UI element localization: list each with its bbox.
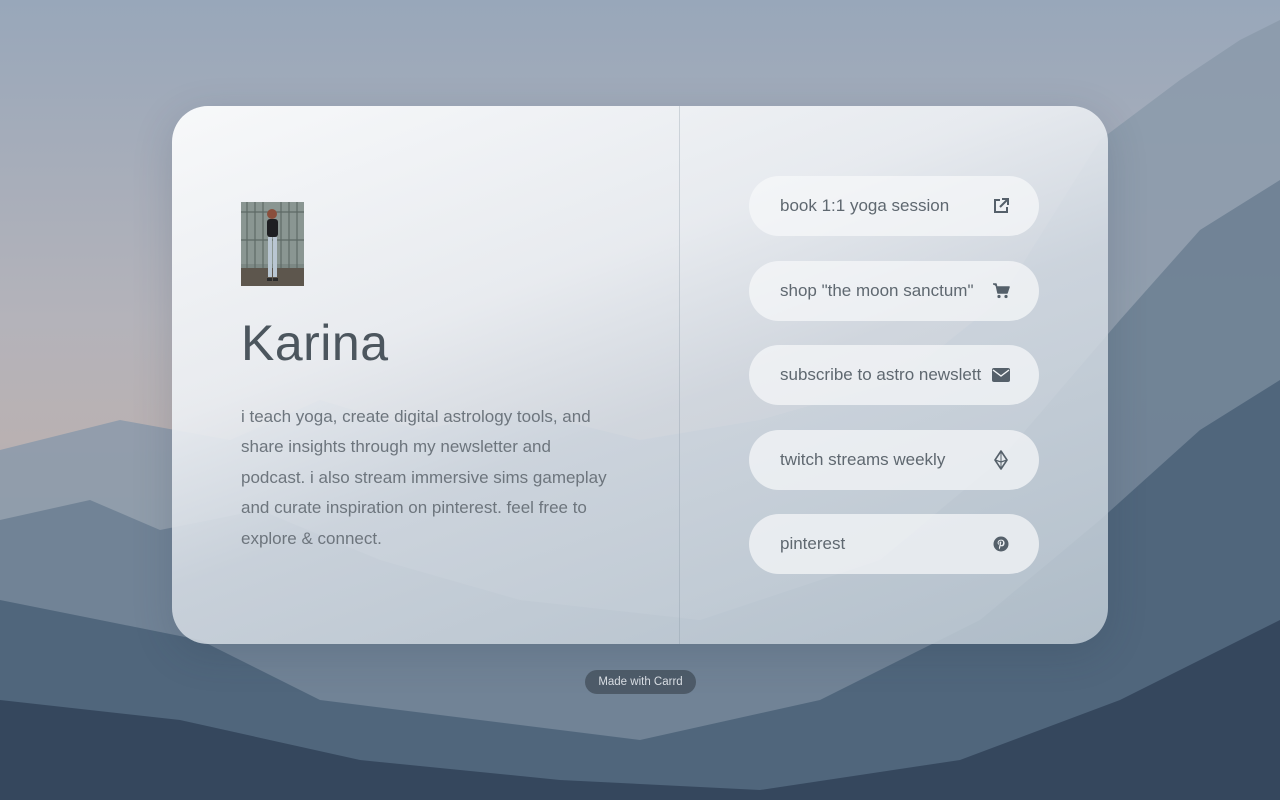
link-button-yoga-session[interactable]: book 1:1 yoga session xyxy=(749,176,1039,236)
link-button-twitch[interactable]: twitch streams weekly xyxy=(749,429,1039,490)
link-label: shop "the moon sanctum" xyxy=(780,280,974,300)
avatar-photo-icon xyxy=(241,202,304,286)
envelope-icon xyxy=(991,365,1011,385)
shopping-cart-icon xyxy=(991,281,1011,301)
profile-section: Karina i teach yoga, create digital astr… xyxy=(241,202,621,554)
profile-bio: i teach yoga, create digital astrology t… xyxy=(241,407,607,548)
link-button-shop[interactable]: shop "the moon sanctum" xyxy=(749,260,1039,321)
link-button-newsletter[interactable]: subscribe to astro newsletter xyxy=(749,345,1039,405)
diamond-icon xyxy=(991,449,1011,470)
link-list: book 1:1 yoga session shop "the moon san… xyxy=(749,176,1039,599)
profile-name: Karina xyxy=(241,315,389,371)
pinterest-icon xyxy=(991,534,1011,554)
made-with-carrd-badge[interactable]: Made with Carrd xyxy=(585,670,696,694)
avatar xyxy=(241,202,304,286)
link-label: pinterest xyxy=(780,534,846,553)
link-label: twitch streams weekly xyxy=(780,449,946,469)
profile-card: Karina i teach yoga, create digital astr… xyxy=(172,106,1108,644)
link-button-pinterest[interactable]: pinterest xyxy=(749,514,1039,574)
card-divider xyxy=(679,106,680,644)
link-label: subscribe to astro newsletter xyxy=(780,365,982,384)
external-link-icon xyxy=(991,196,1011,216)
link-label: book 1:1 yoga session xyxy=(780,196,950,215)
